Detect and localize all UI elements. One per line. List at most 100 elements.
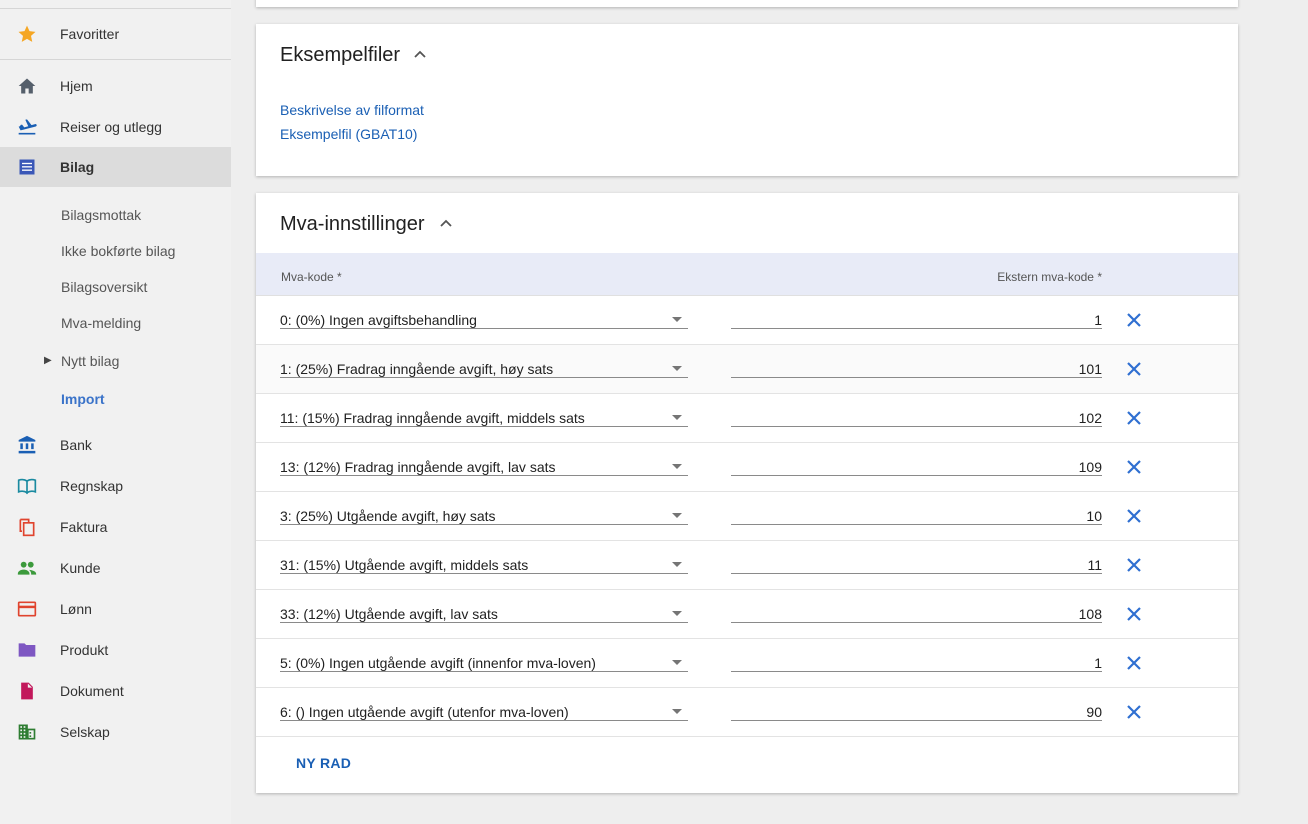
external-code-input[interactable]: 11: [731, 555, 1102, 574]
table-row: 3: (25%) Utgående avgift, høy sats 10: [256, 492, 1238, 541]
vat-code-value: 33: (12%) Utgående avgift, lav sats: [280, 606, 498, 622]
table-row: 5: (0%) Ingen utgående avgift (innenfor …: [256, 639, 1238, 688]
file-format-link[interactable]: Beskrivelse av filformat: [280, 102, 424, 118]
bank-icon: [18, 435, 36, 454]
card-icon: [17, 601, 37, 617]
external-code-input[interactable]: 10: [731, 506, 1102, 525]
external-code-value: 108: [1078, 606, 1102, 622]
external-code-input[interactable]: 1: [731, 310, 1102, 329]
sidebar-item-bank[interactable]: Bank: [0, 425, 231, 465]
book-icon: [17, 478, 37, 495]
sidebar-item-selskap[interactable]: Selskap: [0, 712, 231, 752]
sidebar-item-label: Dokument: [60, 683, 124, 699]
vat-code-value: 11: (15%) Fradrag inngående avgift, midd…: [280, 410, 585, 426]
external-code-value: 10: [1086, 508, 1102, 524]
file-icon: [21, 682, 33, 700]
sidebar-item-bilag[interactable]: Bilag: [0, 147, 231, 187]
vat-code-select[interactable]: 0: (0%) Ingen avgiftsbehandling: [280, 310, 688, 329]
chevron-up-icon[interactable]: [414, 50, 426, 58]
copy-icon: [19, 518, 35, 537]
sidebar-sub-nytt-bilag[interactable]: Nytt bilag: [61, 353, 119, 369]
sidebar-divider: [0, 8, 231, 9]
dropdown-arrow-icon: [672, 317, 682, 322]
table-row: 11: (15%) Fradrag inngående avgift, midd…: [256, 394, 1238, 443]
flight-land-icon: [18, 119, 37, 135]
delete-row-icon[interactable]: [1126, 312, 1142, 328]
vat-settings-card: Mva-innstillinger Mva-kode * Ekstern mva…: [256, 193, 1238, 793]
table-row: 33: (12%) Utgående avgift, lav sats 108: [256, 590, 1238, 639]
sidebar-sub-mva-melding[interactable]: Mva-melding: [61, 315, 141, 331]
table-row: 31: (15%) Utgående avgift, middels sats …: [256, 541, 1238, 590]
vat-code-select[interactable]: 11: (15%) Fradrag inngående avgift, midd…: [280, 408, 688, 427]
table-row: 13: (12%) Fradrag inngående avgift, lav …: [256, 443, 1238, 492]
sidebar-item-label: Reiser og utlegg: [60, 119, 162, 135]
dropdown-arrow-icon: [672, 660, 682, 665]
chevron-up-icon[interactable]: [440, 219, 452, 227]
sidebar-item-reiser[interactable]: Reiser og utlegg: [0, 107, 231, 147]
external-code-input[interactable]: 90: [731, 702, 1102, 721]
sidebar-item-label: Produkt: [60, 642, 109, 658]
vat-code-select[interactable]: 31: (15%) Utgående avgift, middels sats: [280, 555, 688, 574]
sidebar-item-faktura[interactable]: Faktura: [0, 507, 231, 547]
external-code-input[interactable]: 101: [731, 359, 1102, 378]
delete-row-icon[interactable]: [1126, 655, 1142, 671]
delete-row-icon[interactable]: [1126, 557, 1142, 573]
vat-code-select[interactable]: 13: (12%) Fradrag inngående avgift, lav …: [280, 457, 688, 476]
table-row: 6: () Ingen utgående avgift (utenfor mva…: [256, 688, 1238, 737]
star-icon: [18, 25, 36, 42]
sidebar-item-label: Bank: [60, 437, 92, 453]
dropdown-arrow-icon: [672, 366, 682, 371]
column-header-external-code: Ekstern mva-kode *: [997, 270, 1102, 284]
sidebar-item-label: Regnskap: [60, 478, 124, 494]
delete-row-icon[interactable]: [1126, 459, 1142, 475]
sidebar-sub-ikke-bokforte[interactable]: Ikke bokførte bilag: [61, 243, 175, 259]
vat-code-value: 6: () Ingen utgående avgift (utenfor mva…: [280, 704, 569, 720]
vat-code-value: 5: (0%) Ingen utgående avgift (innenfor …: [280, 655, 596, 671]
sidebar-item-lonn[interactable]: Lønn: [0, 589, 231, 629]
dropdown-arrow-icon: [672, 464, 682, 469]
external-code-value: 1: [1094, 312, 1102, 328]
new-row-button[interactable]: NY RAD: [296, 755, 351, 771]
vat-code-select[interactable]: 3: (25%) Utgående avgift, høy sats: [280, 506, 688, 525]
vat-code-select[interactable]: 5: (0%) Ingen utgående avgift (innenfor …: [280, 653, 688, 672]
table-header: Mva-kode * Ekstern mva-kode *: [256, 253, 1238, 296]
delete-row-icon[interactable]: [1126, 704, 1142, 720]
sidebar-item-produkt[interactable]: Produkt: [0, 630, 231, 670]
home-icon: [18, 78, 36, 94]
sidebar-item-label: Faktura: [60, 519, 108, 535]
vat-code-select[interactable]: 33: (12%) Utgående avgift, lav sats: [280, 604, 688, 623]
external-code-input[interactable]: 109: [731, 457, 1102, 476]
previous-card: [256, 0, 1238, 7]
sidebar-item-label: Selskap: [60, 724, 110, 740]
external-code-input[interactable]: 1: [731, 653, 1102, 672]
external-code-value: 90: [1086, 704, 1102, 720]
vat-code-select[interactable]: 1: (25%) Fradrag inngående avgift, høy s…: [280, 359, 688, 378]
external-code-input[interactable]: 108: [731, 604, 1102, 623]
sidebar-item-kunde[interactable]: Kunde: [0, 548, 231, 588]
document-list-icon: [19, 159, 35, 175]
delete-row-icon[interactable]: [1126, 410, 1142, 426]
external-code-value: 101: [1078, 361, 1102, 377]
vat-code-select[interactable]: 6: () Ingen utgående avgift (utenfor mva…: [280, 702, 688, 721]
sidebar-item-hjem[interactable]: Hjem: [0, 66, 231, 106]
external-code-value: 109: [1078, 459, 1102, 475]
sidebar-sub-import[interactable]: Import: [61, 391, 105, 407]
external-code-input[interactable]: 102: [731, 408, 1102, 427]
vat-code-value: 3: (25%) Utgående avgift, høy sats: [280, 508, 496, 524]
delete-row-icon[interactable]: [1126, 508, 1142, 524]
delete-row-icon[interactable]: [1126, 606, 1142, 622]
dropdown-arrow-icon: [672, 513, 682, 518]
sidebar-item-dokument[interactable]: Dokument: [0, 671, 231, 711]
delete-row-icon[interactable]: [1126, 361, 1142, 377]
sidebar-item-regnskap[interactable]: Regnskap: [0, 466, 231, 506]
sidebar-sub-bilagsmottak[interactable]: Bilagsmottak: [61, 207, 141, 223]
examples-card: Eksempelfiler Beskrivelse av filformat E…: [256, 24, 1238, 176]
caret-right-icon[interactable]: ▶: [44, 355, 52, 366]
dropdown-arrow-icon: [672, 415, 682, 420]
sidebar-item-favorites[interactable]: Favoritter: [0, 14, 231, 54]
vat-settings-title: Mva-innstillinger: [280, 213, 425, 235]
sidebar-sub-bilagsoversikt[interactable]: Bilagsoversikt: [61, 279, 147, 295]
dropdown-arrow-icon: [672, 562, 682, 567]
people-icon: [17, 561, 37, 575]
example-file-link[interactable]: Eksempelfil (GBAT10): [280, 126, 417, 142]
